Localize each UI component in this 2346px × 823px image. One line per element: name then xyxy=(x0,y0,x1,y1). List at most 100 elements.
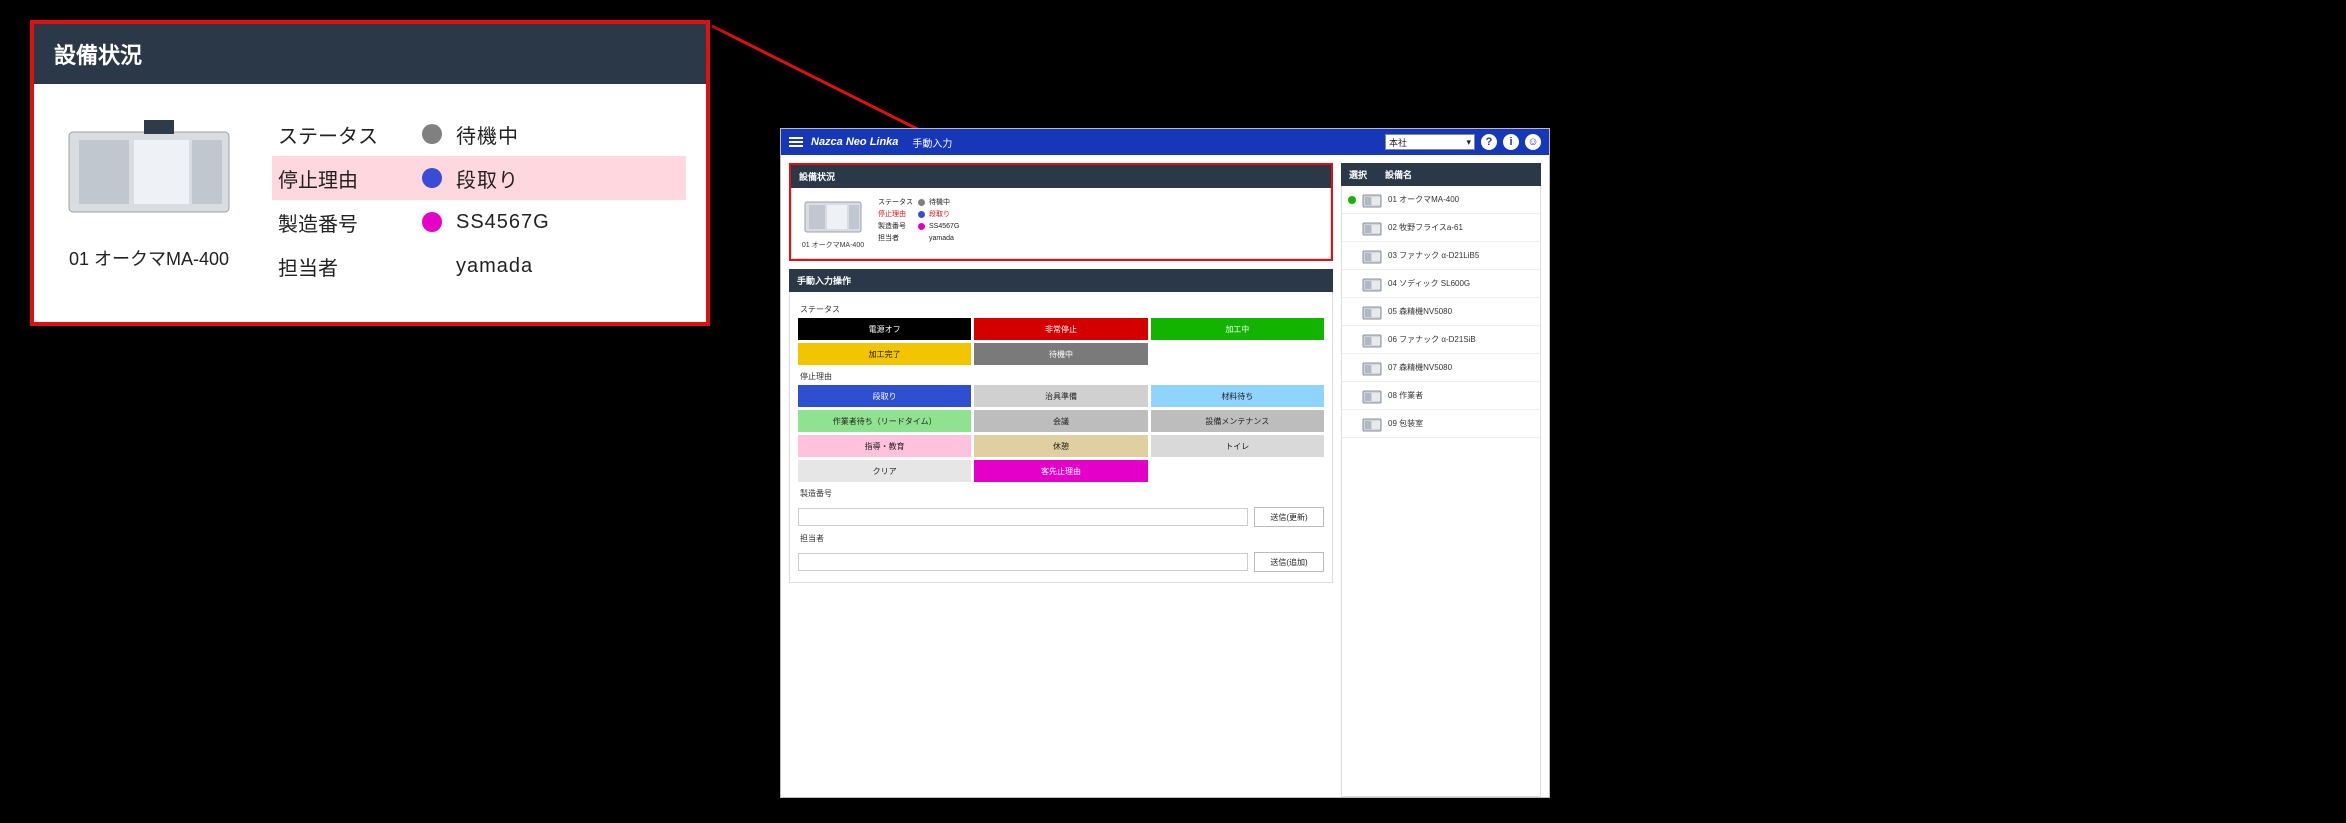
col-name-header: 設備名 xyxy=(1377,163,1541,186)
mini-machine-thumbnail: 01 オークマMA-400 xyxy=(798,196,868,250)
reason-button-grid: 段取り治具準備材料待ち作業者待ち（リードタイム）会議設備メンテナンス指導・教育休… xyxy=(798,385,1324,482)
status-button-grid: 電源オフ非常停止加工中加工完了待機中 xyxy=(798,318,1324,365)
equipment-name: 07 森精機NV5080 xyxy=(1388,362,1452,373)
hamburger-icon[interactable] xyxy=(789,137,803,147)
equipment-list-item[interactable]: 01 オークマMA-400 xyxy=(1342,186,1540,214)
mini-details: ステータス 待機中 停止理由 段取り 製造番号 SS4567G 担当者 yamada xyxy=(878,196,959,244)
equipment-name: 03 ファナック α-D21LiB5 xyxy=(1388,250,1479,261)
section-serial-label: 製造番号 xyxy=(800,488,1324,499)
mini-status-dot-icon xyxy=(918,199,925,206)
selection-dot-icon xyxy=(1348,280,1356,288)
status-dot-icon xyxy=(422,124,442,144)
selection-dot-icon xyxy=(1348,252,1356,260)
send-add-button[interactable]: 送信(追加) xyxy=(1254,552,1324,572)
reason-button[interactable]: 会議 xyxy=(974,410,1147,432)
selection-dot-icon xyxy=(1348,224,1356,232)
equipment-thumb-icon xyxy=(1362,220,1382,236)
selection-dot-icon xyxy=(1348,392,1356,400)
zoomed-equipment-card: 設備状況 01 オークマMA-400 ステータス待機中 停止理由段取り 製造番号… xyxy=(30,20,710,326)
mini-person-value: yamada xyxy=(929,235,954,242)
mini-reason-key: 停止理由 xyxy=(878,209,914,219)
equipment-thumb-icon xyxy=(1362,388,1382,404)
equipment-thumb-icon xyxy=(1362,360,1382,376)
equipment-name: 05 森精機NV5080 xyxy=(1388,306,1452,317)
status-key: ステータス xyxy=(278,120,418,149)
branch-select[interactable]: 本社 ▾ xyxy=(1385,134,1475,150)
section-reason-label: 停止理由 xyxy=(800,371,1324,382)
status-value: 待機中 xyxy=(456,120,519,149)
mini-reason-value: 段取り xyxy=(929,209,950,219)
status-button[interactable]: 待機中 xyxy=(974,343,1147,365)
machine-label: 01 オークマMA-400 xyxy=(54,245,244,271)
info-icon[interactable]: i xyxy=(1503,134,1519,150)
selection-dot-icon xyxy=(1348,420,1356,428)
mini-serial-key: 製造番号 xyxy=(878,221,914,231)
reason-button[interactable]: クリア xyxy=(798,460,971,482)
help-icon[interactable]: ? xyxy=(1481,134,1497,150)
send-update-button[interactable]: 送信(更新) xyxy=(1254,507,1324,527)
status-button[interactable]: 電源オフ xyxy=(798,318,971,340)
selection-dot-icon xyxy=(1348,196,1356,204)
equipment-list-item[interactable]: 03 ファナック α-D21LiB5 xyxy=(1342,242,1540,270)
serial-value: SS4567G xyxy=(456,211,550,234)
equipment-list-item[interactable]: 07 森精機NV5080 xyxy=(1342,354,1540,382)
equipment-thumb-icon xyxy=(1362,192,1382,208)
manual-ops-header: 手動入力操作 xyxy=(789,269,1333,292)
reason-button[interactable]: 作業者待ち（リードタイム） xyxy=(798,410,971,432)
selection-dot-icon xyxy=(1348,308,1356,316)
equipment-name: 01 オークマMA-400 xyxy=(1388,194,1459,205)
status-button[interactable]: 非常停止 xyxy=(974,318,1147,340)
mini-reason-dot-icon xyxy=(918,211,925,218)
mini-serial-dot-icon xyxy=(918,223,925,230)
equipment-list: 01 オークマMA-400 02 牧野フライスa-61 03 ファナック α-D21… xyxy=(1341,186,1541,797)
equipment-list-item[interactable]: 06 ファナック α-D21SiB xyxy=(1342,326,1540,354)
serial-input[interactable] xyxy=(798,508,1248,526)
reason-button[interactable]: トイレ xyxy=(1151,435,1324,457)
equipment-status-header: 設備状況 xyxy=(791,165,1331,188)
col-select-header: 選択 xyxy=(1341,163,1377,186)
section-status-label: ステータス xyxy=(800,304,1324,315)
reason-button[interactable]: 設備メンテナンス xyxy=(1151,410,1324,432)
mini-status-value: 待機中 xyxy=(929,197,950,207)
status-button[interactable]: 加工完了 xyxy=(798,343,971,365)
reason-button[interactable]: 材料待ち xyxy=(1151,385,1324,407)
equipment-name: 08 作業者 xyxy=(1388,390,1423,401)
equipment-list-item[interactable]: 02 牧野フライスa-61 xyxy=(1342,214,1540,242)
equipment-name: 02 牧野フライスa-61 xyxy=(1388,222,1463,233)
serial-key: 製造番号 xyxy=(278,208,418,237)
equipment-name: 09 包装室 xyxy=(1388,418,1423,429)
app-window: Nazca Neo Linka 手動入力 本社▾ ? i ☺ 設備状況 01 オ… xyxy=(780,128,1550,798)
equipment-name: 04 ソディック SL600G xyxy=(1388,278,1470,289)
app-topbar: Nazca Neo Linka 手動入力 本社▾ ? i ☺ xyxy=(781,129,1549,155)
zoom-header: 設備状況 xyxy=(34,24,706,84)
reason-button[interactable]: 段取り xyxy=(798,385,971,407)
reason-button[interactable]: 客先止理由 xyxy=(974,460,1147,482)
mini-status-key: ステータス xyxy=(878,197,914,207)
equipment-list-item[interactable]: 05 森精機NV5080 xyxy=(1342,298,1540,326)
reason-button[interactable]: 治具準備 xyxy=(974,385,1147,407)
person-input[interactable] xyxy=(798,553,1248,571)
equipment-list-item[interactable]: 04 ソディック SL600G xyxy=(1342,270,1540,298)
status-button[interactable]: 加工中 xyxy=(1151,318,1324,340)
equipment-list-item[interactable]: 08 作業者 xyxy=(1342,382,1540,410)
reason-button[interactable]: 指導・教育 xyxy=(798,435,971,457)
chevron-down-icon: ▾ xyxy=(1466,137,1471,148)
section-person-label: 担当者 xyxy=(800,533,1324,544)
mini-person-key: 担当者 xyxy=(878,233,914,243)
equipment-name: 06 ファナック α-D21SiB xyxy=(1388,334,1476,345)
selection-dot-icon xyxy=(1348,364,1356,372)
equipment-thumb-icon xyxy=(1362,276,1382,292)
breadcrumb: 手動入力 xyxy=(912,135,952,150)
mini-serial-value: SS4567G xyxy=(929,223,959,230)
equipment-thumb-icon xyxy=(1362,304,1382,320)
equipment-thumb-icon xyxy=(1362,416,1382,432)
branch-select-value: 本社 xyxy=(1389,136,1407,149)
equipment-thumb-icon xyxy=(1362,248,1382,264)
user-icon[interactable]: ☺ xyxy=(1525,134,1541,150)
serial-dot-icon xyxy=(422,212,442,232)
reason-dot-icon xyxy=(422,168,442,188)
mini-machine-label: 01 オークマMA-400 xyxy=(798,240,868,250)
reason-button[interactable]: 休憩 xyxy=(974,435,1147,457)
equipment-status-panel: 設備状況 01 オークマMA-400 ステータス 待機中 停止理由 段取り 製造番号… xyxy=(789,163,1333,261)
equipment-list-item[interactable]: 09 包装室 xyxy=(1342,410,1540,438)
